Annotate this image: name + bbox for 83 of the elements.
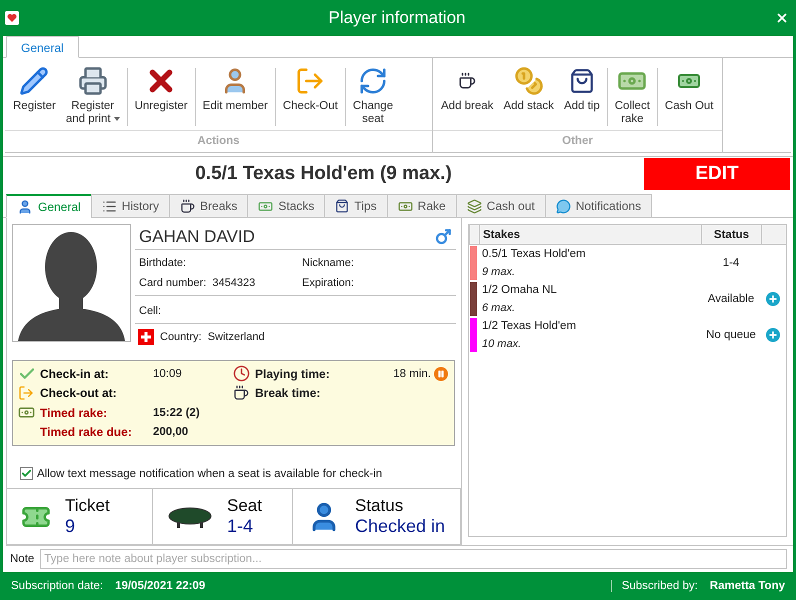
status-label: Subscription date: [11,580,104,592]
checkbox[interactable] [20,467,33,480]
tab[interactable]: Stacks [247,194,326,218]
ribbon-button[interactable]: Register [8,62,61,113]
field-label: Expiration: [302,277,355,289]
exit-door-icon [18,385,34,402]
time-value: 15:22 (2) [153,406,200,419]
swiss-flag-icon [138,329,154,345]
time-label: Check-in at: [40,366,110,381]
note-field[interactable]: Type here note about player subscription... [40,549,787,569]
window-title: Player information [328,8,466,28]
person-icon [17,198,33,214]
status-value: 19/05/2021 22:09 [115,580,206,592]
chat-bubble-icon [556,198,571,214]
tab[interactable]: History [90,194,170,218]
stake-status: No queue [705,328,757,343]
tab[interactable]: Notifications [544,194,652,218]
pause-icon[interactable] [434,366,448,381]
ribbon-button[interactable]: Collect rake [610,62,655,126]
time-value: 10:09 [153,368,182,380]
player-name: GAHAN DAVID [139,226,255,246]
column-header: Stakes [479,225,701,244]
field-label: Card number: 3454323 [139,277,256,289]
stake-status: 1-4 [722,256,740,271]
stack-icon [466,198,482,214]
stake-name: 1/2 Omaha NL [482,284,558,296]
note-label: Note [10,553,34,565]
coffee-cup-icon [233,385,249,402]
group-label: Actions [5,130,432,152]
time-label: Timed rake: [40,406,108,420]
country-field: Country: Switzerland [160,331,265,343]
close-icon[interactable] [774,11,789,25]
field-label: Birthdate: [139,257,188,269]
status-value: Rametta Tony [710,580,785,592]
ribbon-button[interactable]: Check-Out [278,62,343,113]
list-icon [102,198,117,214]
ribbon-button[interactable]: Unregister [130,62,193,113]
ribbon-button[interactable]: Add break [436,62,498,113]
stake-name: 1/2 Texas Hold'em [482,320,578,332]
ribbon-tab[interactable]: General [6,36,79,58]
tab[interactable]: Tips [324,194,388,218]
tile-label: Status [355,496,404,516]
tab[interactable]: Cash out [456,194,546,218]
time-value: 18 min. [393,368,431,380]
checkbox-label: Allow text message notification when a seat is available for check-in [37,468,382,480]
tile-value: 9 [65,516,76,537]
game-title: 0.5/1 Texas Hold'em (9 max.) [194,162,453,184]
stake-max: 6 max. [482,302,516,314]
time-label: Check-out at: [40,386,118,400]
male-symbol-icon [434,228,452,246]
field-label: Cell: [139,305,162,317]
ribbon-button[interactable]: Add stack [498,62,559,113]
field-label: Nickname: [302,257,355,269]
tile-value: 1-4 [227,516,254,537]
time-value: 200,00 [153,426,188,438]
ribbon-button[interactable]: Edit member [198,62,273,113]
status-label: Subscribed by: [622,580,698,592]
stake-max: 9 max. [482,266,516,278]
ribbon-button[interactable]: Register and print [60,62,125,126]
stake-max: 10 max. [482,338,522,350]
tab[interactable]: Rake [386,194,457,218]
column-header: Status [701,225,761,244]
ribbon-button[interactable]: Change seat [348,62,398,126]
tile-label: Seat [227,496,262,516]
group-label: Other [433,130,722,152]
time-label: Timed rake due: [40,425,133,440]
ribbon-button[interactable]: Cash Out [660,62,718,113]
tile-label: Ticket [65,496,110,516]
add-icon[interactable] [766,292,780,306]
app-logo-icon [5,11,19,25]
time-label: Playing time: [255,366,331,381]
coffee-cup-icon [180,198,196,214]
time-label: Break time: [255,386,322,400]
tab[interactable]: Breaks [169,194,248,218]
tab[interactable]: General [6,194,92,218]
ribbon-button[interactable]: Add tip [558,62,605,113]
edit-button[interactable]: EDIT [644,158,790,190]
stake-name: 0.5/1 Texas Hold'em [482,248,587,260]
stake-status: Available [706,292,756,307]
add-icon[interactable] [766,328,780,342]
clock-icon [233,365,250,382]
tile-value: Checked in [355,516,446,537]
poker-table-icon [167,504,213,528]
